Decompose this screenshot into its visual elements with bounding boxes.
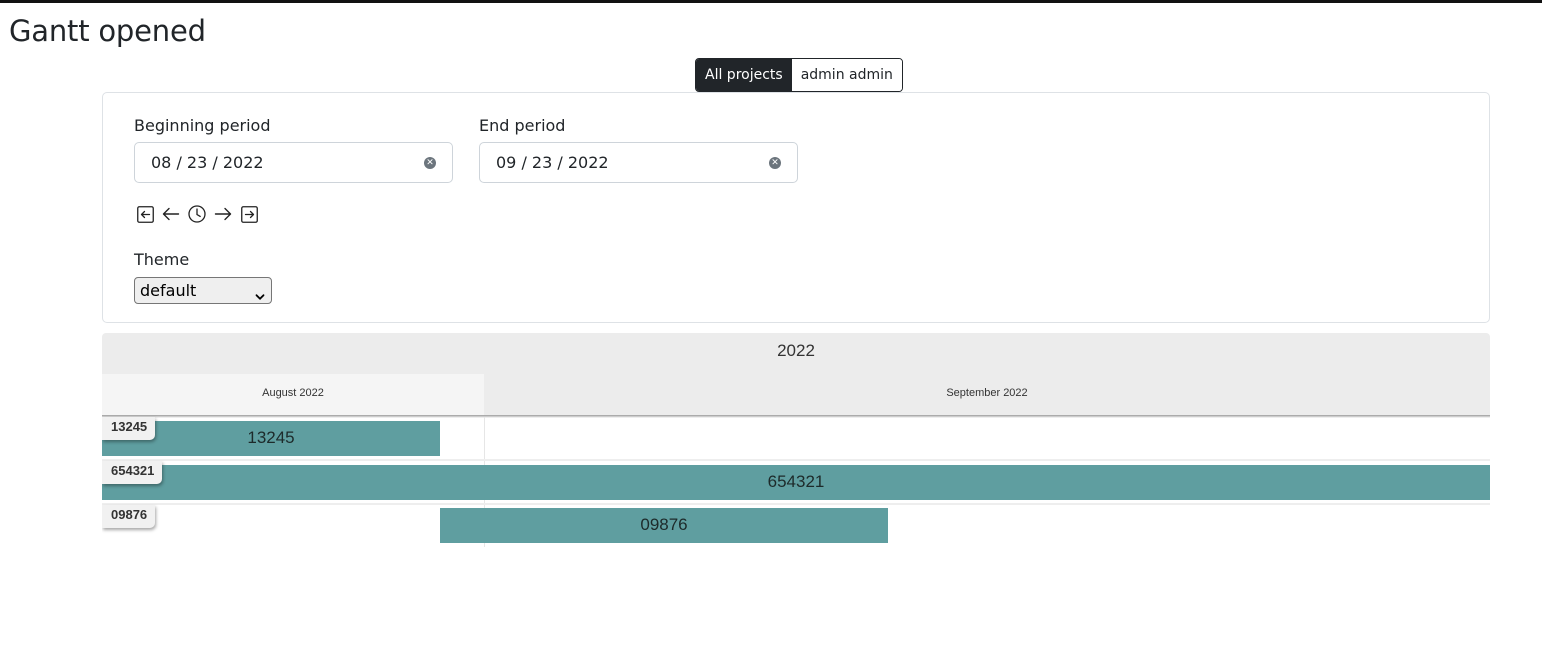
gantt-bar-654321[interactable]: 654321 (102, 465, 1490, 500)
gantt-row-divider (102, 459, 1490, 461)
gantt-bar-09876[interactable]: 09876 (440, 508, 888, 543)
theme-selected-value: default (140, 281, 197, 300)
admin-admin-button[interactable]: admin admin (791, 59, 902, 91)
gantt-row-label-09876: 09876 (102, 505, 156, 528)
end-period-value: 09 / 23 / 2022 (496, 153, 609, 172)
gantt-chart: 2022 August 2022 September 2022 13245 65… (102, 333, 1490, 547)
clock-icon[interactable] (186, 205, 208, 223)
gantt-header-shadow (102, 415, 1490, 418)
project-toggle-group: All projects admin admin (695, 58, 903, 92)
beginning-period-input[interactable]: 08 / 23 / 2022 ✕ (134, 142, 453, 183)
beginning-period-label: Beginning period (134, 116, 271, 135)
top-border (0, 0, 1542, 3)
gantt-row-label-654321: 654321 (102, 461, 163, 484)
period-navigation (134, 205, 260, 223)
jump-to-start-icon[interactable] (134, 205, 156, 223)
theme-select[interactable]: default (134, 277, 272, 304)
gantt-row-divider (102, 503, 1490, 505)
gantt-month-august: August 2022 (102, 374, 484, 415)
filter-panel: Beginning period 08 / 23 / 2022 ✕ End pe… (102, 92, 1490, 323)
end-period-label: End period (479, 116, 566, 135)
gantt-row-label-13245: 13245 (102, 417, 156, 440)
page-title: Gantt opened (9, 14, 206, 48)
end-period-input[interactable]: 09 / 23 / 2022 ✕ (479, 142, 798, 183)
chevron-down-icon (255, 284, 265, 309)
beginning-period-value: 08 / 23 / 2022 (151, 153, 264, 172)
clear-icon[interactable]: ✕ (769, 157, 781, 169)
clear-icon[interactable]: ✕ (424, 157, 436, 169)
gantt-month-september: September 2022 (484, 374, 1490, 415)
gantt-year-header: 2022 (102, 333, 1490, 374)
jump-to-end-icon[interactable] (238, 205, 260, 223)
previous-arrow-icon[interactable] (160, 205, 182, 223)
next-arrow-icon[interactable] (212, 205, 234, 223)
all-projects-button[interactable]: All projects (696, 59, 792, 91)
theme-label: Theme (134, 250, 190, 269)
